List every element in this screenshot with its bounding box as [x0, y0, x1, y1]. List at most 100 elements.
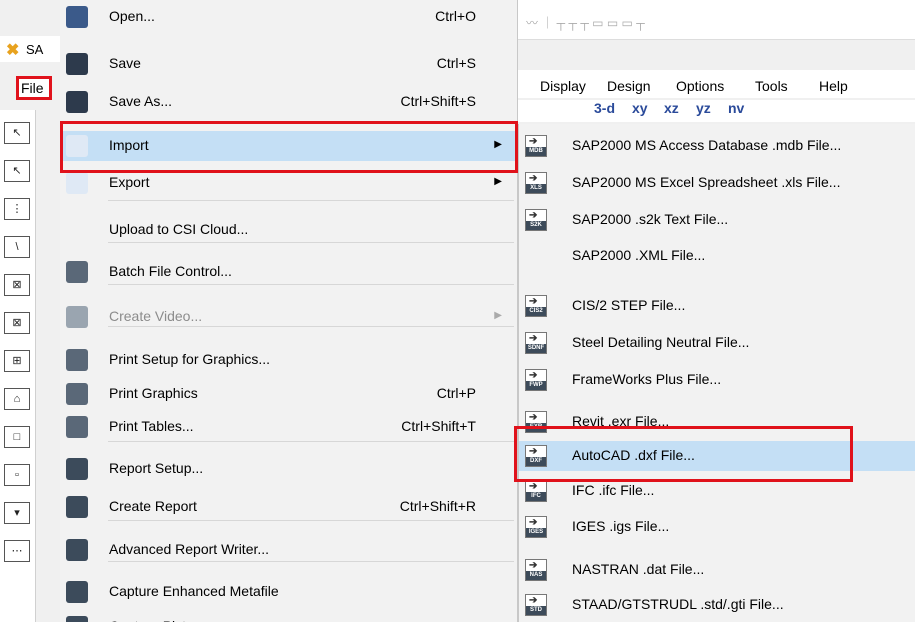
- file-type-icon: ➔ DXF: [525, 445, 547, 467]
- menu-item-print-setup-for-graphics[interactable]: Print Setup for Graphics...: [60, 345, 518, 375]
- menu-item-export[interactable]: Export ▶: [60, 168, 518, 198]
- metafile-icon: [66, 581, 88, 603]
- file-type-tag: IFC: [526, 492, 546, 501]
- file-type-tag: IGES: [526, 528, 546, 537]
- menu-separator: [108, 200, 514, 201]
- import-item-steel-detailing-neutral-file[interactable]: ➔ SDNF Steel Detailing Neutral File...: [519, 328, 915, 358]
- menu-separator: [108, 122, 514, 123]
- file-type-icon: ➔ IFC: [525, 480, 547, 502]
- file-type-icon: ➔ NAS: [525, 559, 547, 581]
- create-report-icon: [66, 496, 88, 518]
- view-nv-button[interactable]: nv: [728, 100, 744, 116]
- print-tables-icon: [66, 416, 88, 438]
- menu-item-shortcut: Ctrl+Shift+R: [399, 498, 476, 514]
- menu-item-shortcut: Ctrl+O: [435, 8, 476, 24]
- menu-item-print-graphics[interactable]: Print Graphics Ctrl+P: [60, 379, 518, 409]
- left-toolbar-button[interactable]: ⊞: [4, 350, 30, 372]
- submenu-arrow-icon: ▶: [494, 310, 502, 321]
- left-toolbar-button[interactable]: ↖: [4, 160, 30, 182]
- left-toolbar-button[interactable]: ↖: [4, 122, 30, 144]
- menu-item-save-as[interactable]: Save As... Ctrl+Shift+S: [60, 87, 518, 117]
- import-item-iges-igs-file[interactable]: ➔ IGES IGES .igs File...: [519, 512, 915, 542]
- import-item-label: Steel Detailing Neutral File...: [572, 334, 750, 350]
- import-icon: [66, 135, 88, 157]
- left-toolbar-button[interactable]: □: [4, 426, 30, 448]
- print-setup-icon: [66, 349, 88, 371]
- menu-item-import[interactable]: Import ▶: [60, 131, 518, 161]
- import-item-sap2000-ms-excel-spreadsheet-xls-file[interactable]: ➔ XLS SAP2000 MS Excel Spreadsheet .xls Fi…: [519, 168, 915, 198]
- file-type-icon: ➔ STD: [525, 594, 547, 616]
- file-menu[interactable]: File: [16, 76, 52, 100]
- file-type-icon: ➔ SDNF: [525, 332, 547, 354]
- import-item-cis-2-step-file[interactable]: ➔ CIS2 CIS/2 STEP File...: [519, 291, 915, 321]
- left-toolbar-button[interactable]: ▫: [4, 464, 30, 486]
- import-item-autocad-dxf-file[interactable]: ➔ DXF AutoCAD .dxf File...: [519, 441, 915, 471]
- menu-item-create-report[interactable]: Create Report Ctrl+Shift+R: [60, 492, 518, 522]
- view-xy-button[interactable]: xy: [632, 100, 648, 116]
- import-item-label: SAP2000 .XML File...: [572, 247, 706, 263]
- left-toolbar-button[interactable]: ▾: [4, 502, 30, 524]
- import-item-label: IFC .ifc File...: [572, 482, 655, 498]
- menu-design[interactable]: Design: [607, 78, 651, 94]
- left-toolbar-button[interactable]: \: [4, 236, 30, 258]
- file-type-icon: ➔ CIS2: [525, 295, 547, 317]
- left-toolbar-button[interactable]: ⋯: [4, 540, 30, 562]
- import-item-ifc-ifc-file[interactable]: ➔ IFC IFC .ifc File...: [519, 476, 915, 506]
- left-toolbar-button[interactable]: ⊠: [4, 312, 30, 334]
- menu-item-label: Print Graphics: [109, 385, 198, 401]
- menu-item-label: Import: [109, 137, 149, 153]
- view-yz-button[interactable]: yz: [696, 100, 711, 116]
- left-toolbar-button[interactable]: ⊠: [4, 274, 30, 296]
- file-type-tag: S2K: [526, 221, 546, 230]
- import-item-staad-gtstrudl-std-gti-file[interactable]: ➔ STD STAAD/GTSTRUDL .std/.gti File...: [519, 590, 915, 620]
- import-item-revit-exr-file[interactable]: ➔ EXR Revit .exr File...: [519, 407, 915, 437]
- file-type-tag: FWP: [526, 381, 546, 390]
- app-title: SA: [26, 42, 44, 57]
- top-toolbar: 〰 ｜ ┬ ┬ ┬ ▭ ▭ ▭ ┬: [518, 0, 915, 40]
- import-item-label: IGES .igs File...: [572, 518, 670, 534]
- app-title-bar: ✖ SA: [0, 36, 60, 62]
- menu-item-report-setup[interactable]: Report Setup...: [60, 454, 518, 484]
- import-item-sap2000-ms-access-database-mdb-file[interactable]: ➔ MDB SAP2000 MS Access Database .mdb File…: [519, 131, 915, 161]
- view-3d-button[interactable]: 3-d: [594, 100, 615, 116]
- import-item-nastran-dat-file[interactable]: ➔ NAS NASTRAN .dat File...: [519, 555, 915, 585]
- left-toolbar-button[interactable]: ⋮: [4, 198, 30, 220]
- import-item-sap2000-xml-file[interactable]: SAP2000 .XML File...: [519, 241, 915, 271]
- submenu-arrow-icon: ▶: [494, 139, 502, 150]
- menu-item-label: Create Report: [109, 498, 197, 514]
- left-toolbar: ↖ ↖ ⋮ \ ⊠ ⊠ ⊞ ⌂ □ ▫ ▾ ⋯: [0, 110, 36, 622]
- file-type-icon: ➔ XLS: [525, 172, 547, 194]
- left-toolbar-button[interactable]: ⌂: [4, 388, 30, 410]
- menu-help[interactable]: Help: [819, 78, 848, 94]
- import-arrow-icon: ➔: [529, 560, 538, 571]
- menu-item-open[interactable]: Open... Ctrl+O: [60, 2, 518, 32]
- view-xz-button[interactable]: xz: [664, 100, 679, 116]
- file-type-tag: XLS: [526, 184, 546, 193]
- menu-item-advanced-report-writer[interactable]: Advanced Report Writer...: [60, 535, 518, 565]
- menu-tools[interactable]: Tools: [755, 78, 788, 94]
- import-item-sap2000-s2k-text-file[interactable]: ➔ S2K SAP2000 .s2k Text File...: [519, 205, 915, 235]
- import-item-label: NASTRAN .dat File...: [572, 561, 705, 577]
- menu-display[interactable]: Display: [540, 78, 586, 94]
- menu-item-capture-enhanced-metafile[interactable]: Capture Enhanced Metafile: [60, 577, 518, 607]
- import-arrow-icon: ➔: [529, 210, 538, 221]
- menu-options[interactable]: Options: [676, 78, 724, 94]
- menu-item-upload-to-csi-cloud[interactable]: Upload to CSI Cloud...: [60, 215, 518, 245]
- menu-item-capture-picture[interactable]: Capture Picture: [60, 612, 518, 622]
- import-arrow-icon: ➔: [529, 412, 538, 423]
- import-arrow-icon: ➔: [529, 595, 538, 606]
- file-dropdown-menu: Open... Ctrl+O Save Ctrl+S Save As... Ctrl+Sh…: [60, 0, 518, 622]
- menu-item-label: Capture Enhanced Metafile: [109, 583, 279, 599]
- save-as-icon: [66, 91, 88, 113]
- file-type-icon: ➔ FWP: [525, 369, 547, 391]
- import-item-label: SAP2000 .s2k Text File...: [572, 211, 729, 227]
- file-type-tag: MDB: [526, 147, 546, 156]
- menu-item-save[interactable]: Save Ctrl+S: [60, 49, 518, 79]
- menu-item-batch-file-control[interactable]: Batch File Control...: [60, 257, 518, 287]
- import-arrow-icon: ➔: [529, 446, 538, 457]
- menu-item-shortcut: Ctrl+P: [436, 385, 476, 401]
- menu-item-print-tables[interactable]: Print Tables... Ctrl+Shift+T: [60, 412, 518, 442]
- import-arrow-icon: ➔: [529, 333, 538, 344]
- import-item-frameworks-plus-file[interactable]: ➔ FWP FrameWorks Plus File...: [519, 365, 915, 395]
- view-toolbar: 3-d xy xz yz nv: [518, 100, 915, 122]
